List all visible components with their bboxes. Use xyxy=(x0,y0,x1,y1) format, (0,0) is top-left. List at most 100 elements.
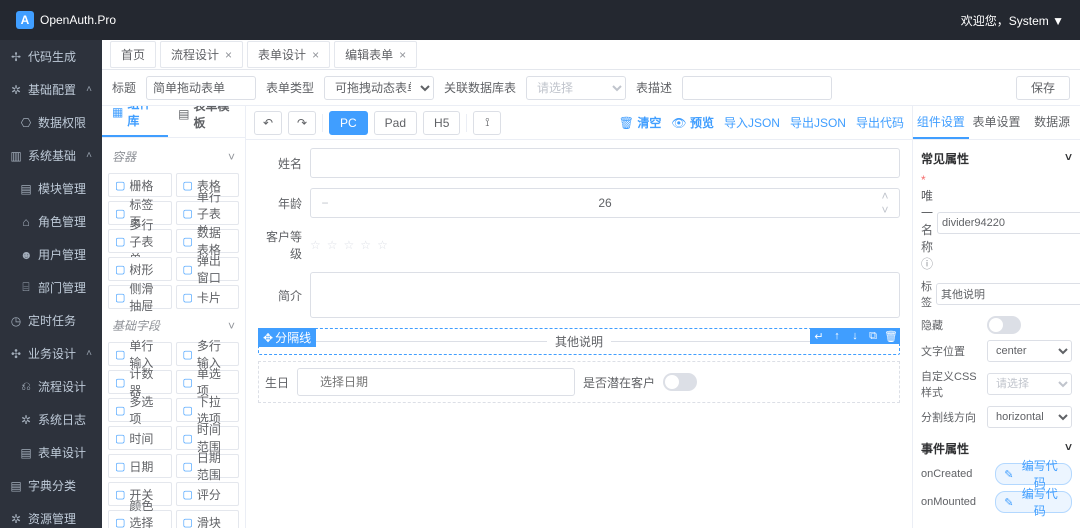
component-item[interactable]: ▢数据表格 xyxy=(176,229,240,253)
sidebar-item[interactable]: ⌂角色管理 xyxy=(0,205,102,238)
sidebar-item[interactable]: ✲系统日志 xyxy=(0,403,102,436)
menu-icon: ◷ xyxy=(10,314,22,328)
component-item[interactable]: ▢单选项 xyxy=(176,370,240,394)
sel-down-icon[interactable]: ↓ xyxy=(846,328,864,344)
user-menu[interactable]: 欢迎您，System ▼ xyxy=(961,12,1064,29)
sidebar-item[interactable]: ▤模块管理 xyxy=(0,172,102,205)
age-decrement[interactable]: − xyxy=(311,189,339,217)
device-pad[interactable]: Pad xyxy=(374,111,417,135)
field-birthday-label: 生日 xyxy=(265,374,289,391)
component-item[interactable]: ▢时间 xyxy=(108,426,172,450)
sidebar-item[interactable]: ⎌流程设计 xyxy=(0,370,102,403)
sidebar-item[interactable]: ✣业务设计˄ xyxy=(0,337,102,370)
sidebar-item[interactable]: ⌸部门管理 xyxy=(0,271,102,304)
edit-onmounted-button[interactable]: ✎ 编写代码 xyxy=(995,491,1072,513)
redo-button[interactable]: ↷ xyxy=(288,111,316,135)
sel-delete-icon[interactable]: 🗑 xyxy=(882,328,900,344)
title-input[interactable] xyxy=(146,76,256,100)
component-item[interactable]: ▢弹出窗口 xyxy=(176,257,240,281)
component-item[interactable]: ▢下拉选项 xyxy=(176,398,240,422)
component-item[interactable]: ▢计数器 xyxy=(108,370,172,394)
edit-oncreated-button[interactable]: ✎ 编写代码 xyxy=(995,463,1072,485)
app-logo: A OpenAuth.Pro xyxy=(16,11,116,29)
tree-view-button[interactable]: ⟟ xyxy=(473,111,501,135)
component-item[interactable]: ▢评分 xyxy=(176,482,240,506)
component-item[interactable]: ▢滑块 xyxy=(176,510,240,528)
save-button[interactable]: 保存 xyxy=(1016,76,1070,100)
move-icon[interactable]: ✥ xyxy=(263,331,273,345)
preview-button[interactable]: 👁 预览 xyxy=(671,114,714,131)
sidebar-item[interactable]: ✢代码生成 xyxy=(0,40,102,73)
import-json-button[interactable]: 导入JSON xyxy=(724,114,780,131)
field-age-stepper[interactable]: − 26 ˄˅ xyxy=(310,188,900,218)
field-birthday-input[interactable] xyxy=(297,368,575,396)
breadcrumb-tab[interactable]: 表单设计 xyxy=(247,41,330,68)
tab-components[interactable]: ▦ 组件库 xyxy=(102,106,168,137)
device-pc[interactable]: PC xyxy=(329,111,368,135)
sidebar-item[interactable]: ☻用户管理 xyxy=(0,238,102,271)
prop-hide-switch[interactable] xyxy=(987,316,1021,334)
selected-divider[interactable]: ✥分隔线 ↵ ↑ ↓ ⧉ 🗑 其他说明 xyxy=(258,328,900,355)
chevron-down-icon[interactable]: ˅ xyxy=(228,150,235,164)
prop-name-input[interactable] xyxy=(937,212,1080,234)
undo-button[interactable]: ↶ xyxy=(254,111,282,135)
field-name-input[interactable] xyxy=(310,148,900,178)
component-item[interactable]: ▢卡片 xyxy=(176,285,240,309)
sidebar-item[interactable]: ⎔数据权限 xyxy=(0,106,102,139)
breadcrumb-tab[interactable]: 编辑表单 xyxy=(334,41,417,68)
component-icon: ▢ xyxy=(183,432,193,445)
clear-button[interactable]: 🗑 清空 xyxy=(619,114,662,131)
prop-direction-select[interactable]: horizontal xyxy=(987,406,1072,428)
sidebar-item[interactable]: ▤表单设计 xyxy=(0,436,102,469)
sidebar-item[interactable]: ✲资源管理 xyxy=(0,502,102,528)
prop-label-input[interactable] xyxy=(936,283,1080,305)
sidebar-item[interactable]: ▥系统基础˄ xyxy=(0,139,102,172)
component-item[interactable]: ▢单行输入 xyxy=(108,342,172,366)
component-item[interactable]: ▢树形 xyxy=(108,257,172,281)
component-item[interactable]: ▢日期范围 xyxy=(176,454,240,478)
chevron-down-icon[interactable]: ˅ xyxy=(228,319,235,333)
dbtable-select[interactable]: 请选择 xyxy=(526,76,626,100)
sidebar-item[interactable]: ▤字典分类 xyxy=(0,469,102,502)
tab-templates[interactable]: ▤ 表单模板 xyxy=(168,106,245,137)
breadcrumb: 首页流程设计表单设计编辑表单 xyxy=(102,40,1080,70)
tab-datasource[interactable]: 数据源 xyxy=(1024,106,1080,139)
component-item[interactable]: ▢颜色选择器 xyxy=(108,510,172,528)
component-item[interactable]: ▢多行子表单 xyxy=(108,229,172,253)
sidebar-item[interactable]: ◷定时任务 xyxy=(0,304,102,337)
breadcrumb-tab[interactable]: 首页 xyxy=(110,41,156,68)
age-increment[interactable]: ˄˅ xyxy=(871,189,899,217)
device-h5[interactable]: H5 xyxy=(423,111,460,135)
field-lurk-switch[interactable] xyxy=(663,373,697,391)
tab-component-settings[interactable]: 组件设置 xyxy=(913,106,969,139)
component-item[interactable]: ▢多行输入 xyxy=(176,342,240,366)
export-json-button[interactable]: 导出JSON xyxy=(790,114,846,131)
formtype-select[interactable]: 可拖拽动态表单 xyxy=(324,76,434,100)
sel-up-icon[interactable]: ↑ xyxy=(828,328,846,344)
sel-back-icon[interactable]: ↵ xyxy=(810,328,828,344)
sidebar-item[interactable]: ✲基础配置˄ xyxy=(0,73,102,106)
breadcrumb-tab[interactable]: 流程设计 xyxy=(160,41,243,68)
component-icon: ▢ xyxy=(183,291,193,304)
field-intro-input[interactable] xyxy=(310,272,900,318)
sel-copy-icon[interactable]: ⧉ xyxy=(864,328,882,344)
component-item[interactable]: ▢单行子表单 xyxy=(176,201,240,225)
rating-input[interactable]: ☆☆☆☆☆ xyxy=(310,238,388,252)
collapse-icon[interactable]: ˅ xyxy=(1065,150,1072,167)
tab-form-settings[interactable]: 表单设置 xyxy=(969,106,1025,139)
prop-css-select[interactable]: 请选择 xyxy=(987,373,1072,395)
component-item[interactable]: ▢时间范围 xyxy=(176,426,240,450)
component-item[interactable]: ▢侧滑抽屉 xyxy=(108,285,172,309)
export-code-button[interactable]: 导出代码 xyxy=(856,114,904,131)
collapse-icon[interactable]: ˅ xyxy=(1065,440,1072,457)
component-item[interactable]: ▢多选项 xyxy=(108,398,172,422)
desc-input[interactable] xyxy=(682,76,832,100)
dbtable-label: 关联数据库表 xyxy=(444,79,516,96)
field-lurk-label: 是否潜在客户 xyxy=(583,374,655,391)
prop-position-select[interactable]: center xyxy=(987,340,1072,362)
component-icon: ▢ xyxy=(115,179,125,192)
component-item[interactable]: ▢日期 xyxy=(108,454,172,478)
component-item[interactable]: ▢栅格 xyxy=(108,173,172,197)
component-icon: ▢ xyxy=(115,376,125,389)
component-icon: ▢ xyxy=(183,179,193,192)
